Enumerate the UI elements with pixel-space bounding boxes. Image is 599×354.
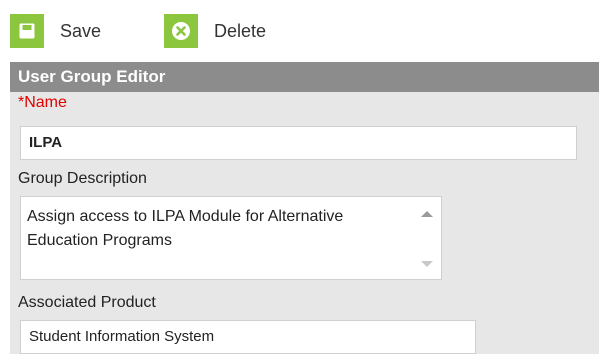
delete-button[interactable]: Delete — [164, 14, 266, 48]
associated-product-label: Associated Product — [18, 294, 156, 311]
save-button[interactable]: Save — [10, 14, 101, 48]
name-input[interactable]: ILPA — [20, 126, 577, 160]
save-label: Save — [60, 21, 102, 41]
associated-product-field[interactable]: Student Information System — [20, 320, 476, 354]
delete-icon — [164, 14, 198, 48]
toolbar: Save Delete — [0, 0, 599, 60]
delete-label: Delete — [214, 21, 267, 41]
editor-title: User Group Editor — [10, 62, 599, 92]
scroll-up-arrow-icon[interactable] — [421, 211, 433, 217]
group-description-textarea[interactable]: Assign access to ILPA Module for Alterna… — [20, 196, 442, 280]
group-description-label: Group Description — [18, 170, 147, 187]
group-description-text: Assign access to ILPA Module for Alterna… — [27, 208, 344, 249]
user-group-editor: User Group Editor *Name ILPA Group Descr… — [10, 62, 599, 354]
description-scrollbar[interactable] — [413, 197, 441, 279]
name-label: *Name — [18, 94, 67, 111]
scroll-down-arrow-icon[interactable] — [421, 261, 433, 267]
save-icon — [10, 14, 44, 48]
